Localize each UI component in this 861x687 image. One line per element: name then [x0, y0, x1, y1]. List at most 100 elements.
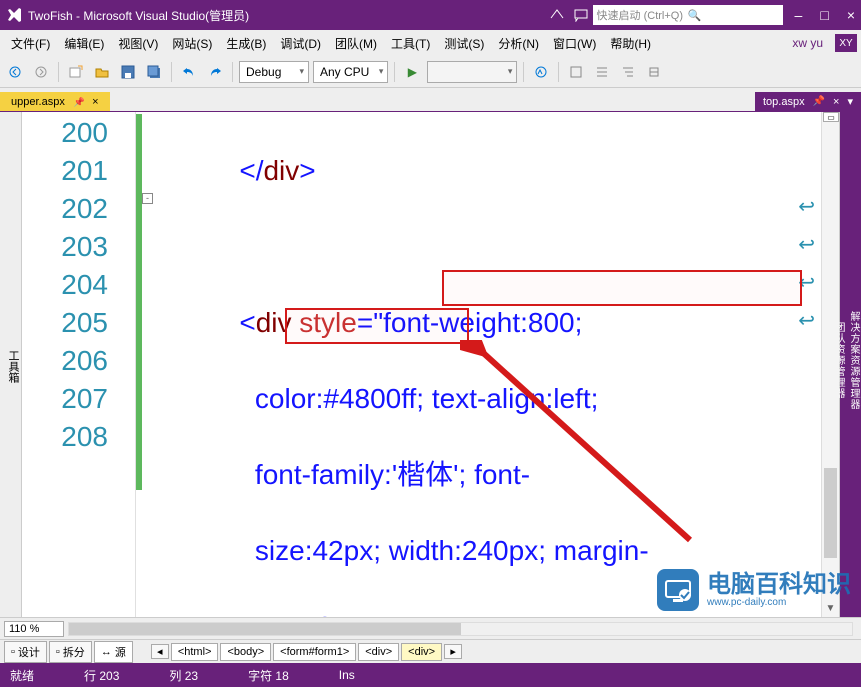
- split-handle-icon[interactable]: ▭: [823, 112, 839, 122]
- horizontal-scrollbar[interactable]: [68, 622, 853, 636]
- toolbox-panel[interactable]: 工具箱: [0, 112, 22, 617]
- save-button[interactable]: [117, 61, 139, 83]
- undo-button[interactable]: [178, 61, 200, 83]
- close-button[interactable]: ×: [847, 7, 855, 23]
- code-token: size:42px;: [146, 535, 389, 566]
- save-all-button[interactable]: [143, 61, 165, 83]
- status-char: 字符 18: [248, 667, 289, 684]
- code-editor[interactable]: 200 201 202 203 204 205 206 207 208 - </…: [22, 112, 839, 617]
- menu-bar: 文件(F) 编辑(E) 视图(V) 网站(S) 生成(B) 调试(D) 团队(M…: [0, 30, 861, 56]
- view-breadcrumb-bar: ▫设计 ▫拆分 ↔源 ◂ <html> <body> <form#form1> …: [0, 639, 861, 663]
- scroll-down-icon[interactable]: ▼: [822, 601, 839, 617]
- code-token: style: [299, 307, 357, 338]
- line-number: 203: [22, 228, 108, 266]
- feedback-icon[interactable]: [573, 7, 589, 23]
- new-project-button[interactable]: [65, 61, 87, 83]
- quick-launch-search[interactable]: 快速启动 (Ctrl+Q) 🔍: [593, 5, 783, 25]
- open-file-button[interactable]: [91, 61, 113, 83]
- tool-icon-4[interactable]: [643, 61, 665, 83]
- title-bar: TwoFish - Microsoft Visual Studio(管理员) 快…: [0, 0, 861, 30]
- tool-icon-1[interactable]: [565, 61, 587, 83]
- code-content[interactable]: </div> <div style="font-weight:800; ↩ co…: [136, 112, 821, 617]
- wrap-glyph-icon: ↩: [798, 264, 815, 302]
- menu-view[interactable]: 视图(V): [111, 35, 165, 52]
- breadcrumb-item[interactable]: <body>: [220, 643, 271, 661]
- search-placeholder: 快速启动 (Ctrl+Q): [597, 7, 688, 23]
- platform-value: Any CPU: [320, 65, 369, 79]
- tab-upper-aspx[interactable]: upper.aspx 📌 ×: [0, 92, 110, 111]
- breadcrumb-item[interactable]: <div>: [358, 643, 399, 661]
- code-token: width:240px; margin-: [389, 535, 649, 566]
- design-icon: ▫: [11, 646, 15, 658]
- line-number-gutter: 200 201 202 203 204 205 206 207 208: [22, 112, 122, 617]
- menu-tools[interactable]: 工具(T): [384, 35, 437, 52]
- maximize-button[interactable]: □: [820, 7, 828, 23]
- scroll-thumb[interactable]: [824, 468, 837, 558]
- user-badge[interactable]: XY: [835, 34, 857, 52]
- user-name[interactable]: xw yu: [792, 36, 829, 50]
- menu-analyze[interactable]: 分析(N): [491, 35, 546, 52]
- window-title: TwoFish - Microsoft Visual Studio(管理员): [28, 7, 249, 24]
- code-token: color:#4800ff; text-align:left;: [146, 383, 606, 414]
- menu-file[interactable]: 文件(F): [4, 35, 57, 52]
- menu-edit[interactable]: 编辑(E): [57, 35, 111, 52]
- scroll-thumb[interactable]: [69, 623, 461, 635]
- tool-icon-3[interactable]: [617, 61, 639, 83]
- platform-combo[interactable]: Any CPU: [313, 61, 388, 83]
- view-label: 设计: [18, 644, 40, 660]
- minimize-button[interactable]: –: [795, 7, 803, 23]
- menu-test[interactable]: 测试(S): [437, 35, 491, 52]
- config-combo[interactable]: Debug: [239, 61, 309, 83]
- line-number: 201: [22, 152, 108, 190]
- code-token: div: [256, 307, 292, 338]
- view-source-button[interactable]: ↔源: [94, 641, 133, 663]
- right-toolwindows: 解决方案资源管理器 团队资源管理器 属性: [839, 112, 861, 617]
- tab-close-icon[interactable]: ×: [92, 96, 98, 108]
- breadcrumb-prev-button[interactable]: ◂: [151, 644, 169, 659]
- browser-link-button[interactable]: [530, 61, 552, 83]
- outline-margin[interactable]: [122, 112, 136, 617]
- menu-help[interactable]: 帮助(H): [603, 35, 658, 52]
- menu-website[interactable]: 网站(S): [165, 35, 219, 52]
- start-target-value: [434, 65, 437, 79]
- status-ready: 就绪: [10, 667, 34, 684]
- code-token: top:18px;": [146, 611, 380, 617]
- breadcrumb-item-current[interactable]: <div>: [401, 643, 442, 661]
- menu-team[interactable]: 团队(M): [328, 35, 384, 52]
- menu-build[interactable]: 生成(B): [219, 35, 273, 52]
- tab-close-icon[interactable]: ×: [833, 96, 839, 108]
- status-col: 列 23: [169, 667, 198, 684]
- split-icon: ▫: [56, 646, 60, 658]
- redo-button[interactable]: [204, 61, 226, 83]
- solution-explorer-tab[interactable]: 解决方案资源管理器: [846, 118, 861, 603]
- code-token: <: [146, 307, 256, 338]
- pin-icon[interactable]: 📌: [813, 96, 825, 107]
- tool-icon-2[interactable]: [591, 61, 613, 83]
- notifications-icon[interactable]: [549, 7, 565, 23]
- nav-forward-button[interactable]: [30, 61, 52, 83]
- nav-back-button[interactable]: [4, 61, 26, 83]
- line-number: 207: [22, 380, 108, 418]
- menu-window[interactable]: 窗口(W): [546, 35, 603, 52]
- zoom-combo[interactable]: 110 %: [4, 621, 64, 637]
- source-icon: ↔: [101, 646, 112, 658]
- tab-dropdown-icon[interactable]: ▾: [847, 95, 853, 108]
- view-split-button[interactable]: ▫拆分: [49, 641, 92, 663]
- view-design-button[interactable]: ▫设计: [4, 641, 47, 663]
- document-tabs: upper.aspx 📌 × top.aspx 📌 × ▾: [0, 88, 861, 112]
- breadcrumb-item[interactable]: <form#form1>: [273, 643, 356, 661]
- start-target-combo[interactable]: [427, 61, 517, 83]
- breadcrumb-next-button[interactable]: ▸: [444, 644, 462, 659]
- menu-debug[interactable]: 调试(D): [273, 35, 328, 52]
- pin-icon[interactable]: 📌: [74, 97, 85, 107]
- line-number: 206: [22, 342, 108, 380]
- start-debug-button[interactable]: ▶: [401, 61, 423, 83]
- code-token: ="font-weight:800;: [357, 307, 590, 338]
- status-line: 行 203: [84, 667, 119, 684]
- editor-area: 工具箱 200 201 202 203 204 205 206 207 208 …: [0, 112, 861, 617]
- code-token: </: [146, 155, 263, 186]
- vertical-scrollbar[interactable]: ▭ ▲ ▼: [821, 112, 839, 617]
- tab-right-top-aspx[interactable]: top.aspx: [763, 96, 805, 108]
- breadcrumb-item[interactable]: <html>: [171, 643, 219, 661]
- line-number: 205: [22, 304, 108, 342]
